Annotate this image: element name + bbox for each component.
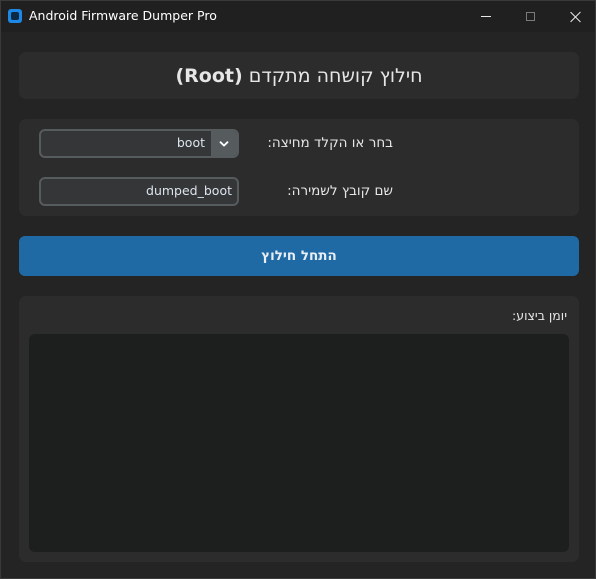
log-panel: :יומן ביצוע xyxy=(19,296,579,562)
maximize-button[interactable] xyxy=(507,1,553,32)
partition-combobox[interactable]: boot xyxy=(39,129,239,158)
chevron-down-icon xyxy=(219,140,229,146)
app-icon xyxy=(8,9,22,23)
filename-input[interactable]: dumped_boot xyxy=(39,177,239,206)
close-icon xyxy=(569,11,581,23)
window-title: Android Firmware Dumper Pro xyxy=(29,8,217,23)
minimize-button[interactable] xyxy=(463,1,509,32)
title-bar[interactable]: Android Firmware Dumper Pro xyxy=(1,1,595,32)
partition-label: בחר או הקלד מחיצה: xyxy=(267,135,393,151)
log-label: :יומן ביצוע xyxy=(512,308,567,323)
page-title: חילוץ קושחה מתקדם (Root) xyxy=(19,65,579,87)
header-panel: חילוץ קושחה מתקדם (Root) xyxy=(19,52,579,99)
partition-value[interactable]: boot xyxy=(177,135,205,150)
start-dump-button[interactable]: התחל חילוץ xyxy=(19,236,579,276)
settings-panel: boot בחר או הקלד מחיצה: dumped_boot שם ק… xyxy=(19,119,579,216)
log-textbox[interactable] xyxy=(29,334,569,552)
filename-label: שם קובץ לשמירה: xyxy=(287,183,393,199)
page-title-text: חילוץ קושחה מתקדם xyxy=(242,65,423,87)
maximize-icon xyxy=(525,12,535,21)
app-window: Android Firmware Dumper Pro חילוץ קושחה … xyxy=(0,0,596,579)
minimize-icon xyxy=(481,16,491,17)
close-button[interactable] xyxy=(552,1,596,32)
partition-dropdown-button[interactable] xyxy=(211,131,237,156)
page-title-root: (Root) xyxy=(175,65,243,87)
